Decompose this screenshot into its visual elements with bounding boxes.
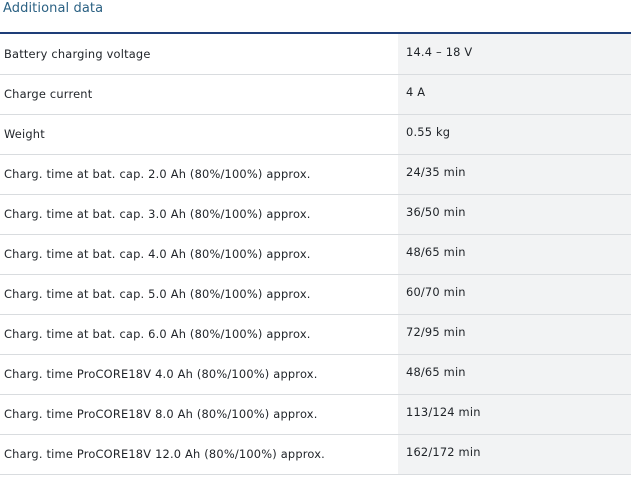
spec-table: Battery charging voltage 14.4 – 18 V Cha… (0, 34, 631, 475)
spec-label: Battery charging voltage (0, 34, 398, 75)
spec-label: Charg. time at bat. cap. 6.0 Ah (80%/100… (0, 314, 398, 355)
spec-value-text: 36/50 min (406, 205, 466, 219)
spec-value: 0.55 kg (398, 114, 631, 155)
spec-label: Charg. time at bat. cap. 2.0 Ah (80%/100… (0, 154, 398, 195)
spec-label: Charg. time ProCORE18V 12.0 Ah (80%/100%… (0, 434, 398, 475)
spec-label: Weight (0, 114, 398, 155)
table-row: Charg. time at bat. cap. 4.0 Ah (80%/100… (0, 234, 631, 275)
table-row: Charg. time ProCORE18V 8.0 Ah (80%/100%)… (0, 394, 631, 435)
table-row: Charge current 4 A (0, 74, 631, 115)
spec-value-text: 0.55 kg (406, 125, 451, 139)
spec-label: Charg. time ProCORE18V 4.0 Ah (80%/100%)… (0, 354, 398, 395)
table-row: Weight 0.55 kg (0, 114, 631, 155)
spec-value: 72/95 min (398, 314, 631, 355)
table-row: Charg. time ProCORE18V 12.0 Ah (80%/100%… (0, 434, 631, 475)
spec-label: Charge current (0, 74, 398, 115)
section-title: Additional data (3, 1, 104, 16)
spec-value-text: 48/65 min (406, 365, 466, 379)
spec-value: 113/124 min (398, 394, 631, 435)
spec-value: 60/70 min (398, 274, 631, 315)
table-row: Charg. time at bat. cap. 2.0 Ah (80%/100… (0, 154, 631, 195)
spec-value-text: 113/124 min (406, 405, 481, 419)
spec-value: 48/65 min (398, 354, 631, 395)
spec-value: 36/50 min (398, 194, 631, 235)
spec-value: 14.4 – 18 V (398, 34, 631, 75)
table-row: Charg. time ProCORE18V 4.0 Ah (80%/100%)… (0, 354, 631, 395)
table-row: Charg. time at bat. cap. 6.0 Ah (80%/100… (0, 314, 631, 355)
spec-label: Charg. time at bat. cap. 4.0 Ah (80%/100… (0, 234, 398, 275)
spec-label: Charg. time at bat. cap. 5.0 Ah (80%/100… (0, 274, 398, 315)
spec-value: 4 A (398, 74, 631, 115)
spec-value-text: 72/95 min (406, 325, 466, 339)
table-row: Battery charging voltage 14.4 – 18 V (0, 34, 631, 75)
spec-value-text: 60/70 min (406, 285, 466, 299)
table-row: Charg. time at bat. cap. 5.0 Ah (80%/100… (0, 274, 631, 315)
spec-label: Charg. time at bat. cap. 3.0 Ah (80%/100… (0, 194, 398, 235)
spec-value-text: 24/35 min (406, 165, 466, 179)
spec-value-text: 48/65 min (406, 245, 466, 259)
spec-label: Charg. time ProCORE18V 8.0 Ah (80%/100%)… (0, 394, 398, 435)
table-row: Charg. time at bat. cap. 3.0 Ah (80%/100… (0, 194, 631, 235)
spec-value-text: 162/172 min (406, 445, 481, 459)
spec-value-text: 4 A (406, 85, 426, 99)
spec-value: 48/65 min (398, 234, 631, 275)
spec-value: 24/35 min (398, 154, 631, 195)
spec-value: 162/172 min (398, 434, 631, 475)
additional-data-section: Additional data Battery charging voltage… (0, 0, 631, 477)
spec-value-text: 14.4 – 18 V (406, 44, 473, 59)
